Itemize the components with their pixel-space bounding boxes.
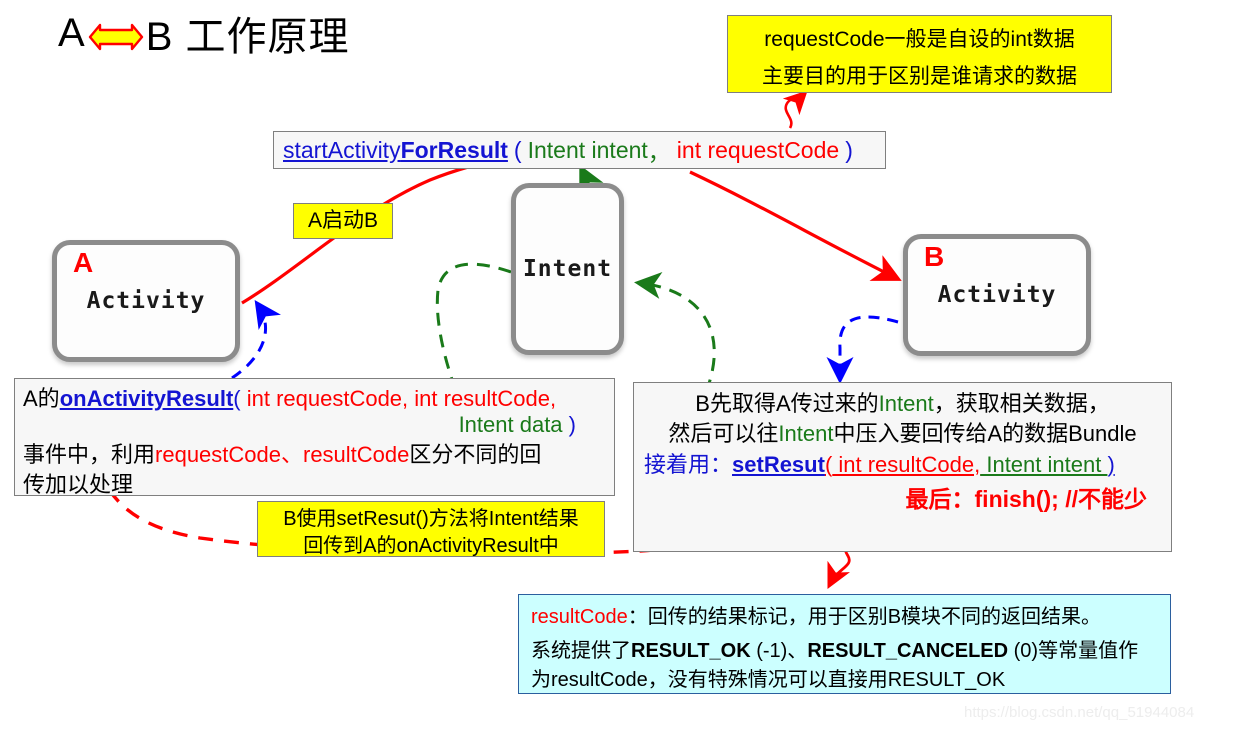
watermark: https://blog.csdn.net/qq_51944084 bbox=[964, 704, 1195, 721]
node-intent-label: Intent bbox=[522, 256, 613, 282]
node-a-activity: A Activity bbox=[52, 240, 240, 362]
note-resultcode-result-ok: RESULT_OK bbox=[631, 640, 751, 662]
signature-arg-requestcode: int requestCode bbox=[676, 136, 840, 163]
note-resultcode-result-canceled: RESULT_CANCELED bbox=[807, 640, 1009, 662]
page-title: A B 工作原理 bbox=[58, 4, 349, 62]
signature-startactivityforresult: startActivity ForResult(Intent intent， int… bbox=[273, 131, 886, 169]
note-setresut: B使用setResut()方法将Intent结果 回传到A的onActivity… bbox=[257, 501, 605, 557]
leftbox-line3b: requestCode、resultCode bbox=[155, 442, 410, 468]
rightbox-line2c: 中压入要回传给A的数据Bundle bbox=[833, 421, 1137, 447]
node-a-label: Activity bbox=[86, 288, 206, 314]
rightbox-line1c: ，获取相关数据， bbox=[933, 391, 1110, 416]
rightbox-method-setresut: setResut bbox=[732, 451, 825, 477]
box-onactivityresult: A的onActivityResult( int requestCode, int… bbox=[14, 378, 615, 498]
leftbox-args-codes: int requestCode, int resultCode, bbox=[240, 386, 557, 411]
note-resultcode-desc: ：回传的结果标记，用于区别B模块不同的返回结果。 bbox=[627, 606, 1102, 628]
leftbox-arg-intent-data: Intent data bbox=[458, 412, 563, 438]
signature-comma: ， bbox=[647, 139, 671, 165]
rightbox-arg-resultcode: int resultCode, bbox=[832, 451, 981, 477]
rightbox-line2a: 然后可以往 bbox=[668, 421, 779, 447]
signature-close-paren: ) bbox=[845, 136, 853, 163]
note-resultcode-line2a: 系统提供了 bbox=[531, 640, 631, 662]
rightbox-line1a: B先取得A传过来的 bbox=[695, 391, 879, 416]
note-resultcode-line2e: (0)等常量值作 bbox=[1008, 640, 1139, 662]
leftbox-open-paren: ( bbox=[233, 386, 241, 411]
node-a-tag: A bbox=[73, 247, 94, 278]
leftbox-line4: 传加以处理 bbox=[23, 472, 134, 498]
node-b-label: Activity bbox=[937, 282, 1057, 308]
note-resultcode-line2c: (-1)、 bbox=[750, 640, 808, 662]
rightbox-finish-note: 最后：finish(); //不能少 bbox=[905, 486, 1147, 513]
leftbox-prefix: A的 bbox=[23, 386, 60, 411]
note-resultcode-key: resultCode bbox=[531, 606, 628, 628]
leftbox-line3c: 区分不同的回 bbox=[409, 442, 542, 468]
double-arrow-icon bbox=[88, 19, 144, 53]
signature-open-paren: ( bbox=[513, 136, 522, 163]
node-b-activity: B Activity bbox=[903, 234, 1091, 356]
signature-arg-intent: Intent intent bbox=[527, 136, 648, 163]
note-requestcode-line1: requestCode一般是自设的int数据 bbox=[764, 28, 1075, 51]
content-layer: A B 工作原理 requestCode一般是自设的int数据 主要目的用于区别… bbox=[0, 0, 1239, 730]
rightbox-arg-intent: Intent intent bbox=[980, 451, 1108, 477]
title-left: A bbox=[58, 10, 86, 55]
leftbox-method: onActivityResult bbox=[59, 386, 234, 411]
note-resultcode-line3: 为resultCode，没有特殊情况可以直接用RESULT_OK bbox=[531, 669, 1006, 691]
rightbox-line2b: Intent bbox=[778, 421, 834, 447]
rightbox-line1b: Intent bbox=[878, 391, 934, 416]
signature-part1: startActivity bbox=[283, 136, 401, 163]
box-b-description: B先取得A传过来的Intent，获取相关数据， 然后可以往Intent中压入要回… bbox=[633, 382, 1172, 552]
signature-part2: ForResult bbox=[400, 136, 508, 163]
node-b-tag: B bbox=[924, 241, 945, 272]
note-requestcode-line2: 主要目的用于区别是谁请求的数据 bbox=[762, 64, 1077, 88]
rightbox-line3a: 接着用： bbox=[644, 451, 733, 477]
note-requestcode: requestCode一般是自设的int数据 主要目的用于区别是谁请求的数据 bbox=[727, 15, 1112, 93]
rightbox-close-paren: ) bbox=[1107, 451, 1115, 477]
node-intent: Intent bbox=[511, 183, 624, 355]
leftbox-close-paren: ) bbox=[568, 412, 576, 438]
note-setresut-line2: 回传到A的onActivityResult中 bbox=[303, 535, 559, 557]
leftbox-line3a: 事件中，利用 bbox=[23, 442, 156, 468]
title-right: B 工作原理 bbox=[145, 15, 350, 59]
note-setresut-line1: B使用setResut()方法将Intent结果 bbox=[283, 508, 579, 530]
label-a-starts-b: A启动B bbox=[293, 203, 393, 239]
note-resultcode: resultCode：回传的结果标记，用于区别B模块不同的返回结果。 系统提供了… bbox=[518, 594, 1171, 694]
